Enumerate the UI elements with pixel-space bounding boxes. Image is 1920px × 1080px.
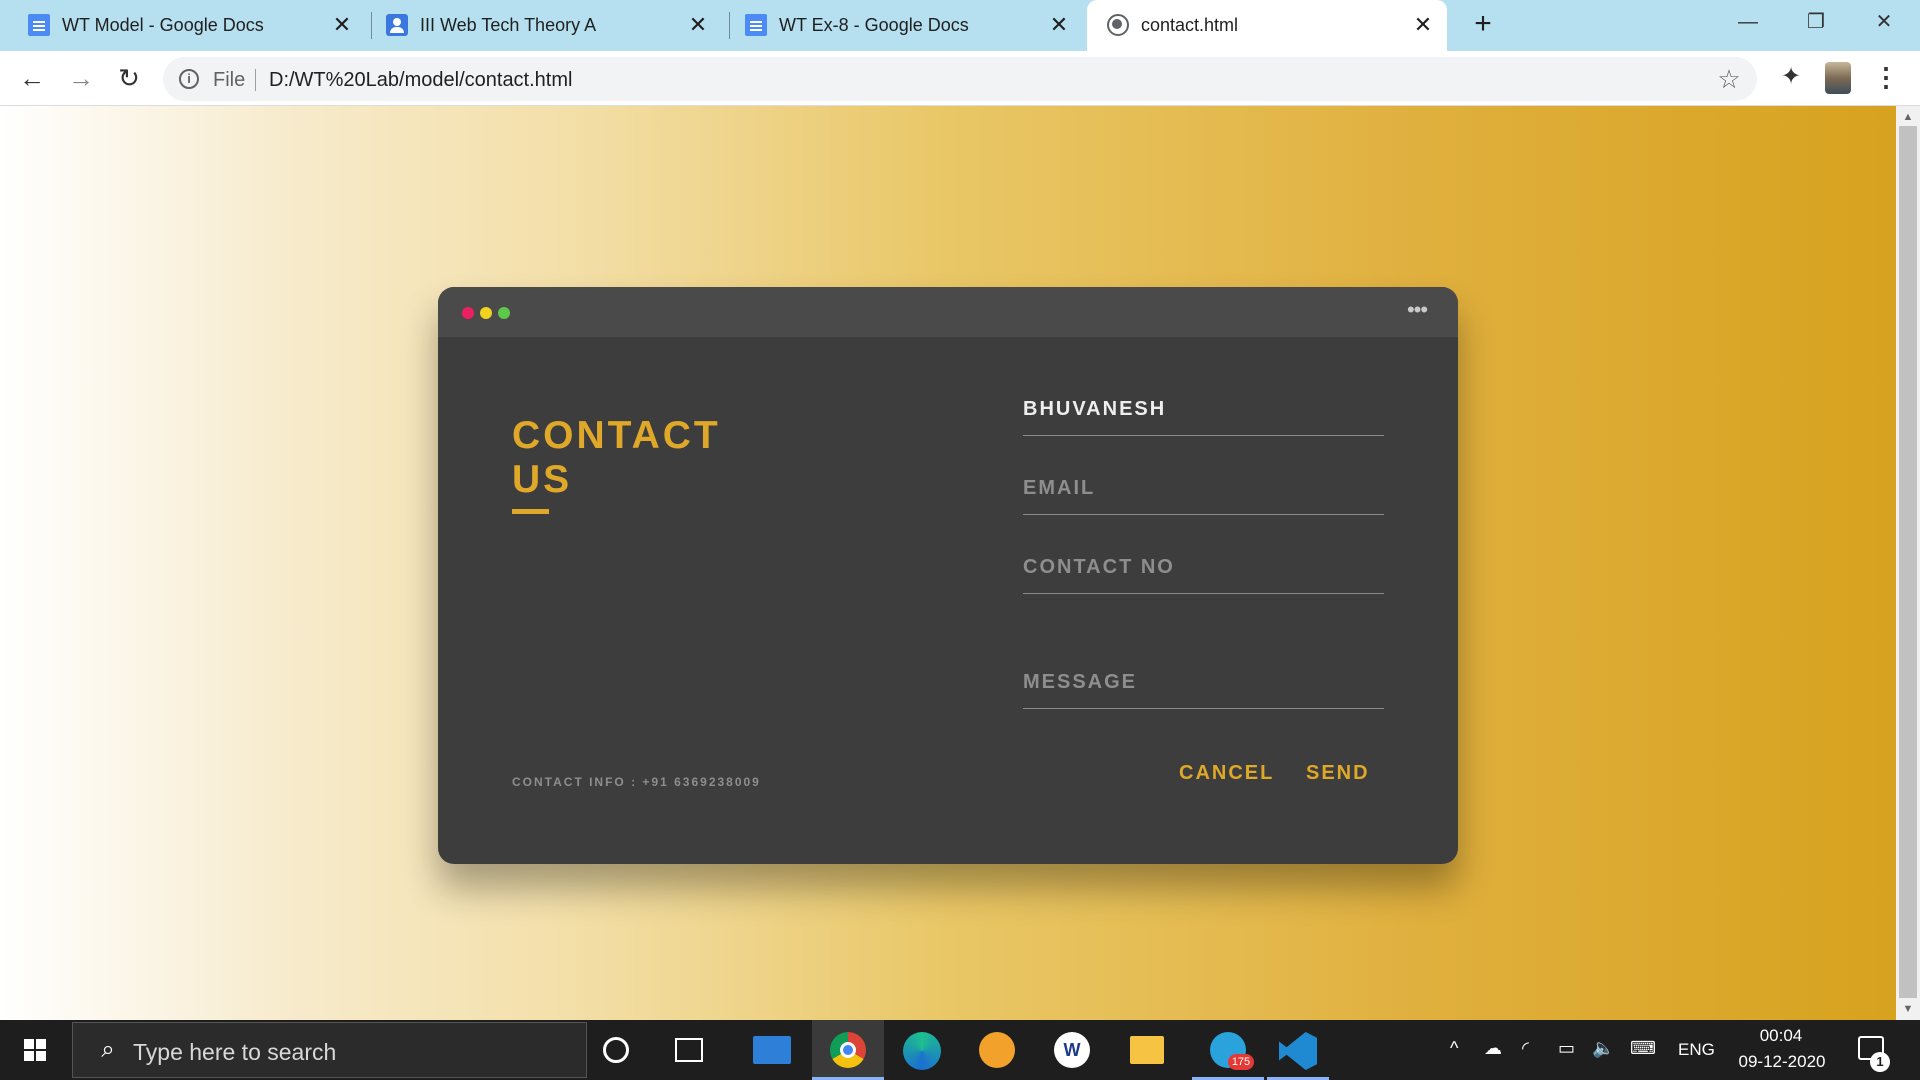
name-field[interactable]: BHUVANESH [1023,384,1384,436]
search-icon: ⌕ [101,1036,115,1063]
clock-date[interactable]: 09-12-2020 [1730,1052,1834,1072]
wifi-icon[interactable]: ◜ [1522,1038,1529,1059]
windows-logo-icon [36,1051,46,1061]
start-button[interactable] [0,1020,70,1080]
tab-title: contact.html [1141,15,1239,35]
language-indicator[interactable]: ENG [1678,1040,1715,1060]
scroll-down-icon[interactable]: ▼ [1901,1002,1915,1016]
tab-title: WT Ex-8 - Google Docs [779,15,969,35]
mail-icon[interactable] [753,1036,791,1064]
tab-title: III Web Tech Theory A [420,15,597,35]
scrollbar-thumb[interactable] [1899,126,1917,998]
edge-icon[interactable] [903,1032,941,1070]
page-title: CONTACT US [512,414,721,502]
email-placeholder[interactable]: EMAIL [1023,477,1095,500]
green-dot-icon [498,307,510,319]
extensions-puzzle-icon[interactable]: ✦ [1776,62,1806,92]
new-tab-button[interactable]: + [1466,8,1500,42]
browser-toolbar: ← → ↻ i File D:/WT%20Lab/model/contact.h… [0,51,1920,106]
close-icon[interactable]: ✕ [1045,11,1073,39]
title-underline [512,509,549,514]
windows-logo-icon [24,1039,34,1049]
contact-card: ••• CONTACT US CONTACT INFO : +91 636923… [438,287,1458,864]
keyboard-icon[interactable]: ⌨ [1630,1038,1656,1059]
windows-logo-icon [36,1039,46,1049]
battery-icon[interactable]: ▭ [1558,1038,1575,1059]
tab-wt-ex8[interactable]: WT Ex-8 - Google Docs ✕ [725,0,1083,51]
red-dot-icon [462,307,474,319]
yellow-dot-icon [480,307,492,319]
vscode-taskbar-button[interactable] [1267,1020,1329,1080]
back-button[interactable]: ← [15,61,49,95]
contact-info-text: CONTACT INFO : +91 6369238009 [512,775,761,789]
send-button[interactable]: SEND [1306,762,1370,785]
onedrive-cloud-icon[interactable]: ☁ [1484,1038,1502,1059]
title-line-2: US [512,458,573,501]
info-icon[interactable]: i [179,69,199,89]
profile-avatar[interactable] [1825,62,1851,94]
google-docs-icon [745,14,767,36]
browser-menu-icon[interactable]: ⋮ [1873,62,1899,94]
vertical-scrollbar[interactable]: ▲ ▼ [1896,106,1920,1020]
google-classroom-icon [386,14,408,36]
card-header: ••• [438,287,1458,337]
restore-button[interactable]: ❐ [1794,4,1838,40]
name-input-value[interactable]: BHUVANESH [1023,398,1166,421]
bookmark-star-icon[interactable]: ☆ [1715,65,1743,93]
more-options-icon[interactable]: ••• [1402,297,1432,327]
chrome-taskbar-button[interactable] [812,1020,884,1080]
notification-count-badge: 1 [1870,1052,1890,1072]
search-placeholder: Type here to search [133,1039,337,1065]
task-view-icon[interactable] [675,1038,703,1062]
word-app-icon[interactable]: W [1054,1032,1090,1068]
tab-contact-html[interactable]: contact.html ✕ [1087,0,1447,51]
message-field[interactable]: MESSAGE [1023,657,1384,709]
taskbar-search-input[interactable]: ⌕ Type here to search [72,1022,587,1078]
url-text[interactable]: D:/WT%20Lab/model/contact.html [269,69,572,92]
message-placeholder[interactable]: MESSAGE [1023,671,1137,694]
chrome-icon-center [840,1042,856,1058]
taskbar: ⌕ Type here to search W 175 ^ ☁ ◜ ▭ 🔈 ⌨ … [0,1020,1920,1080]
reload-button[interactable]: ↻ [112,61,146,95]
tab-title: WT Model - Google Docs [62,15,264,35]
file-explorer-icon[interactable] [1130,1036,1164,1064]
email-field[interactable]: EMAIL [1023,463,1384,515]
close-window-button[interactable]: ✕ [1862,4,1906,40]
tab-wt-model[interactable]: WT Model - Google Docs ✕ [8,0,366,51]
windows-logo-icon [24,1051,34,1061]
vscode-icon [1279,1032,1317,1070]
google-docs-icon [28,14,50,36]
address-bar[interactable]: i File D:/WT%20Lab/model/contact.html ☆ [163,57,1757,101]
close-icon[interactable]: ✕ [684,11,712,39]
scroll-up-icon[interactable]: ▲ [1901,110,1915,124]
contact-no-field[interactable]: CONTACT NO [1023,542,1384,594]
forward-button[interactable]: → [64,61,98,95]
telegram-badge: 175 [1228,1054,1254,1070]
title-line-1: CONTACT [512,414,721,457]
cancel-button[interactable]: CANCEL [1179,762,1274,785]
clock-time[interactable]: 00:04 [1746,1026,1816,1046]
scheme-label: File [213,69,246,91]
close-icon[interactable]: ✕ [1409,11,1437,39]
brave-icon[interactable] [979,1032,1015,1068]
close-icon[interactable]: ✕ [328,11,356,39]
tab-bar: WT Model - Google Docs ✕ III Web Tech Th… [0,0,1920,51]
divider [255,69,256,91]
show-hidden-icons-chevron-icon[interactable]: ^ [1450,1038,1458,1059]
telegram-taskbar-button[interactable]: 175 [1192,1020,1264,1080]
volume-icon[interactable]: 🔈 [1592,1038,1614,1059]
cortana-icon[interactable] [603,1037,629,1063]
minimize-button[interactable]: — [1726,4,1770,40]
tab-web-tech-theory[interactable]: III Web Tech Theory A ✕ [366,0,722,51]
page-viewport: ••• CONTACT US CONTACT INFO : +91 636923… [0,106,1896,1020]
globe-icon [1107,14,1129,36]
contact-no-placeholder[interactable]: CONTACT NO [1023,556,1175,579]
